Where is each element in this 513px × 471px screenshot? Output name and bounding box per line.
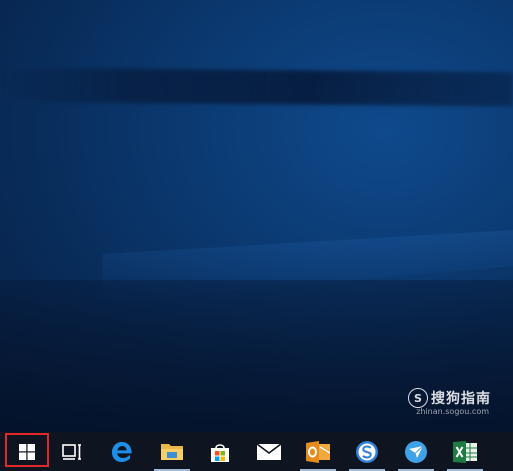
wallpaper-light-beam xyxy=(0,67,513,107)
edge-icon xyxy=(112,441,132,462)
store-bag-icon xyxy=(211,443,229,462)
store-button[interactable] xyxy=(197,432,243,471)
watermark: S 搜狗指南 xyxy=(408,388,491,408)
task-view-icon xyxy=(62,443,81,460)
desktop-wallpaper xyxy=(0,0,513,432)
sogou-browser-button[interactable] xyxy=(344,432,390,471)
excel-icon xyxy=(453,440,477,463)
folder-icon xyxy=(161,444,183,460)
sogou-s-icon xyxy=(356,440,378,463)
start-button-highlight-box xyxy=(5,433,49,467)
file-explorer-button[interactable] xyxy=(149,432,195,471)
edge-button[interactable] xyxy=(99,432,145,471)
watermark-text: 搜狗指南 xyxy=(431,391,491,407)
taskbar xyxy=(0,432,513,471)
bird-app-button[interactable] xyxy=(393,432,439,471)
bird-app-icon xyxy=(405,440,427,463)
task-view-button[interactable] xyxy=(49,432,95,471)
mail-button[interactable] xyxy=(246,432,292,471)
sogou-logo-icon: S xyxy=(408,388,428,408)
mail-envelope-icon xyxy=(257,443,281,460)
outlook-icon xyxy=(306,440,330,463)
outlook-button[interactable] xyxy=(295,432,341,471)
excel-button[interactable] xyxy=(442,432,488,471)
watermark-url: zhinan.sogou.com xyxy=(416,407,489,416)
